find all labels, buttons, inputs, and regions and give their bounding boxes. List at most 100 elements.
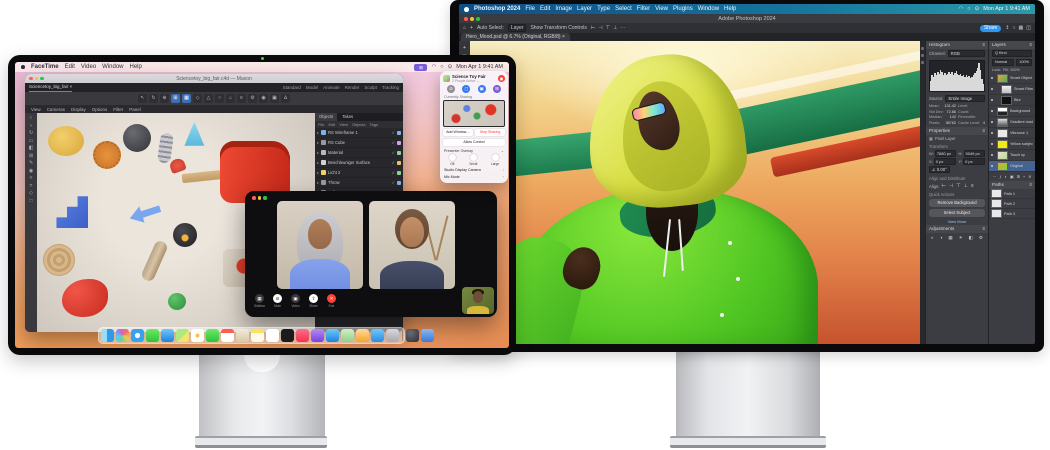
layer-thumbnail[interactable]: [997, 162, 1008, 171]
apple-logo-icon[interactable]: [464, 7, 469, 12]
overlay-option[interactable]: Small: [469, 154, 477, 166]
layout-tab[interactable]: Standard: [283, 85, 301, 90]
adjustment-icon[interactable]: ☀: [959, 235, 963, 241]
c4d-tool-icon[interactable]: ≡: [237, 94, 246, 103]
overlay-option[interactable]: Large: [491, 154, 499, 166]
layout-tab[interactable]: Animate: [323, 85, 340, 90]
layer-name[interactable]: Touch up: [1010, 153, 1025, 157]
viewport-menu-item[interactable]: Display: [71, 107, 86, 112]
camera-active-button[interactable]: ▣: [498, 75, 505, 82]
layer-row[interactable]: Background: [989, 106, 1035, 117]
layer-name[interactable]: Original: [1010, 164, 1023, 168]
align-icon[interactable]: ≡: [971, 183, 974, 189]
layer-name[interactable]: Yellow subject: [1010, 142, 1033, 146]
fill-field[interactable]: Fill: 100%: [1003, 68, 1020, 72]
menubar-menu-item[interactable]: Layer: [577, 6, 592, 12]
move-tool-icon[interactable]: +: [470, 25, 473, 31]
quick-action-button[interactable]: Select Subject: [929, 209, 985, 217]
object-menu-item[interactable]: Objects: [352, 122, 366, 127]
layer-row[interactable]: Yellow subject: [989, 139, 1035, 150]
show-transform-label[interactable]: Show Transform Controls: [530, 25, 586, 31]
align-icon[interactable]: ⊤: [956, 183, 960, 189]
quick-actions-label[interactable]: Quick Actions: [926, 190, 988, 198]
dock-icon-stack[interactable]: [406, 329, 419, 342]
object-row[interactable]: ▸ Beschleuniger Surface ✓: [315, 158, 403, 168]
dock-icon-maps[interactable]: [176, 329, 189, 342]
viewport-menu-item[interactable]: View: [31, 107, 41, 112]
layer-visibility-icon[interactable]: [991, 88, 993, 90]
layers-footer-icon[interactable]: +: [1023, 174, 1025, 179]
chevron-down-icon[interactable]: ⌄: [501, 149, 504, 153]
view-more-link[interactable]: View More: [926, 218, 988, 225]
transform-section-label[interactable]: Transform: [926, 142, 988, 150]
dock-icon-music[interactable]: [296, 329, 309, 342]
c4d-side-tool-icon[interactable]: ⊞: [29, 154, 33, 159]
c4d-tool-icon[interactable]: ○: [215, 94, 224, 103]
object-row[interactable]: ▸ Licht 2 ✓: [315, 168, 403, 178]
c4d-side-tool-icon[interactable]: ▭: [29, 139, 34, 144]
blend-mode-dropdown[interactable]: Normal: [992, 59, 1014, 66]
menubar-menu-item[interactable]: Help: [130, 64, 142, 70]
c4d-tool-icon[interactable]: ◉: [259, 94, 268, 103]
layers-footer-icon[interactable]: ƒ: [999, 174, 1001, 179]
auto-select-dropdown[interactable]: Layer: [508, 24, 527, 32]
dock-icon-notes[interactable]: [251, 329, 264, 342]
layer-name[interactable]: Blur: [1014, 98, 1021, 102]
adjustment-icon[interactable]: ⚙: [979, 235, 983, 241]
layer-visibility-icon[interactable]: [991, 143, 993, 145]
dock-icon-pages[interactable]: [356, 329, 369, 342]
ps-canvas[interactable]: [470, 41, 920, 344]
adjustments-panel-header[interactable]: Adjustments≡: [926, 225, 988, 233]
menubar-clock[interactable]: Mon Apr 1 9:41 AM: [456, 64, 503, 70]
options-icon[interactable]: ▦: [1019, 25, 1024, 31]
c4d-tool-icon[interactable]: ⌂: [226, 94, 235, 103]
c4d-tool-icon[interactable]: ⚙: [248, 94, 257, 103]
layout-tab[interactable]: Tracking: [382, 85, 399, 90]
mic-button[interactable]: ⊘: [447, 85, 455, 93]
object-menu-item[interactable]: Edit: [328, 122, 335, 127]
properties-panel-header[interactable]: Properties≡: [926, 127, 988, 135]
transform-field[interactable]: W:7680 px: [929, 150, 956, 157]
align-icon[interactable]: ⊤: [606, 25, 610, 31]
object-row[interactable]: ▸ RS Cube ✓: [315, 138, 403, 148]
c4d-side-tool-icon[interactable]: ≡: [30, 176, 33, 181]
dock-icon-keynote[interactable]: [371, 329, 384, 342]
auto-select-label[interactable]: Auto Select:: [477, 25, 504, 31]
facetime-control-button[interactable]: ▣ Video: [289, 294, 302, 308]
document-tab[interactable]: Hero_Mood.psd @ 6.7% (Original, RGB/8) ×: [461, 33, 570, 41]
layer-visibility-icon[interactable]: [991, 154, 993, 156]
menubar-app-name[interactable]: FaceTime: [31, 64, 59, 70]
viewport-menu-item[interactable]: Cameras: [47, 107, 65, 112]
layer-name[interactable]: Smart Object: [1010, 76, 1032, 80]
facetime-control-button[interactable]: ▦ Sidebar: [253, 294, 266, 308]
c4d-document-tab[interactable]: Sciencetoy_big_fair ×: [29, 83, 72, 92]
dock-icon-downloads[interactable]: [421, 329, 434, 342]
dock-icon-settings[interactable]: [386, 329, 399, 342]
facetime-button[interactable]: ▣: [478, 85, 486, 93]
layer-visibility-icon[interactable]: [991, 77, 993, 79]
layer-thumbnail[interactable]: [1001, 96, 1012, 105]
dock-icon-contacts[interactable]: [236, 329, 249, 342]
minimize-icon[interactable]: [258, 196, 262, 200]
c4d-tool-icon[interactable]: ↻: [149, 94, 158, 103]
layer-thumbnail[interactable]: [997, 151, 1008, 160]
options-icon[interactable]: ◫: [1026, 25, 1031, 31]
dock-icon-launchpad[interactable]: [116, 329, 129, 342]
overlay-option[interactable]: Off: [449, 154, 456, 166]
histogram-panel-header[interactable]: Histogram≡: [926, 41, 988, 49]
layer-row[interactable]: Smart Filters: [989, 84, 1035, 95]
c4d-tool-icon[interactable]: ⊞: [171, 94, 180, 103]
search-icon[interactable]: ○: [440, 64, 443, 70]
mic-mode-row[interactable]: Mic Mode ›: [440, 174, 508, 181]
options-icon[interactable]: ↥: [1005, 25, 1009, 31]
layers-footer-icon[interactable]: ⋯: [992, 174, 996, 179]
adjustment-icon[interactable]: ◐: [931, 235, 934, 241]
menubar-menu-item[interactable]: Select: [615, 6, 632, 12]
dock-icon-tv[interactable]: [281, 329, 294, 342]
c4d-side-tool-icon[interactable]: ◧: [29, 146, 34, 151]
path-row[interactable]: Path 3: [989, 209, 1035, 219]
layer-thumbnail[interactable]: [997, 74, 1008, 83]
layout-tab[interactable]: Model: [306, 85, 318, 90]
layer-name[interactable]: Vibrance 1: [1010, 131, 1028, 135]
angle-field[interactable]: ∠ 0.00°: [929, 166, 950, 173]
